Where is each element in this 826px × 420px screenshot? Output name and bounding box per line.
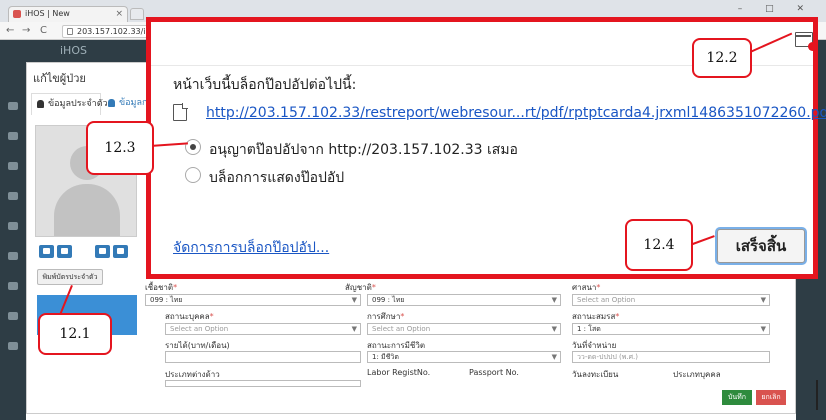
panel-title: แก้ไขผู้ป่วย [33, 72, 86, 85]
image-upload-button[interactable] [39, 245, 54, 258]
allow-popups-label[interactable]: อนุญาตป๊อปอัปจาก http://203.157.102.33 เ… [209, 139, 518, 161]
menu-icon[interactable] [8, 222, 18, 230]
living-status-select[interactable]: 1: มีชีวิต ▼ [367, 351, 561, 363]
menu-icon[interactable] [8, 192, 18, 200]
menu-icon[interactable] [8, 342, 18, 350]
tab-address-info[interactable]: ข้อมูลการ [103, 93, 151, 115]
camera-button[interactable] [57, 245, 72, 258]
refresh-button[interactable] [113, 245, 128, 258]
person-status-select[interactable]: Select an Option ▼ [165, 323, 361, 335]
nationality-label: สัญชาติ* [345, 283, 376, 292]
manage-popup-blocking-link[interactable]: จัดการการบล็อกป๊อปอัป... [173, 237, 329, 259]
app-sidebar [0, 62, 26, 420]
block-popups-radio[interactable] [185, 167, 201, 183]
person-type-label: ประเภทบุคคล [673, 370, 721, 379]
menu-icon[interactable] [8, 282, 18, 290]
cancel-button[interactable]: ยกเลิก [756, 390, 786, 405]
income-input[interactable] [165, 351, 361, 363]
race-select[interactable]: 099 : ไทย ▼ [145, 294, 361, 306]
avatar-body [54, 184, 120, 236]
home-icon [108, 99, 115, 107]
menu-icon[interactable] [8, 252, 18, 260]
religion-select[interactable]: Select an Option ▼ [572, 294, 770, 306]
done-button[interactable]: เสร็จสิ้น [717, 229, 805, 263]
new-tab-button[interactable] [130, 8, 144, 20]
marital-status-label: สถานะสมรส* [572, 312, 620, 321]
dialog-heading: หน้าเว็บนี้บล็อกป๊อปอัปต่อไปนี้: [173, 77, 357, 93]
tab-label: ข้อมูลประจำตัว [48, 99, 108, 109]
save-button[interactable]: บันทึก [722, 390, 752, 405]
labor-regist-label: Labor RegistNo. [367, 368, 431, 377]
forward-button[interactable]: → [22, 25, 30, 36]
religion-label: ศาสนา* [572, 283, 601, 292]
menu-icon[interactable] [8, 312, 18, 320]
alien-type-select[interactable] [165, 380, 361, 387]
race-label: เชื้อชาติ* [145, 283, 178, 292]
browser-tab[interactable]: iHOS | New × [8, 6, 128, 22]
nationality-select[interactable]: 099 : ไทย ▼ [367, 294, 561, 306]
scrollbar[interactable] [816, 380, 818, 410]
app-title: iHOS [60, 44, 87, 57]
marital-status-select[interactable]: 1 : โสด ▼ [572, 323, 770, 335]
callout-12-2: 12.2 [692, 38, 752, 78]
page-info-icon[interactable] [67, 28, 73, 35]
person-status-label: สถานะบุคคล* [165, 312, 214, 321]
education-select[interactable]: Select an Option ▼ [367, 323, 561, 335]
callout-12-1: 12.1 [38, 313, 112, 355]
menu-icon[interactable] [8, 132, 18, 140]
window-controls[interactable]: – □ ✕ [738, 4, 814, 14]
callout-12-3: 12.3 [86, 121, 154, 175]
print-id-card-button[interactable]: พิมพ์บัตรประจำตัว [37, 269, 103, 285]
passport-label: Passport No. [469, 368, 519, 377]
browser-tab-title: iHOS | New [25, 9, 70, 18]
id-card-button[interactable] [95, 245, 110, 258]
education-label: การศึกษา* [367, 312, 405, 321]
discharge-date-input[interactable]: วว-ดด-ปปปป (พ.ศ.) [572, 351, 770, 363]
document-icon [173, 103, 188, 121]
menu-icon[interactable] [8, 102, 18, 110]
callout-12-4: 12.4 [625, 219, 693, 271]
tab-personal-info[interactable]: ข้อมูลประจำตัว [31, 93, 108, 115]
register-date-label: วันลงทะเบียน [572, 370, 619, 379]
blocked-popup-link[interactable]: http://203.157.102.33/restreport/webreso… [206, 105, 826, 121]
popup-blocked-icon[interactable] [795, 32, 817, 51]
menu-icon[interactable] [8, 162, 18, 170]
user-icon [37, 100, 44, 108]
reload-button[interactable]: C [40, 25, 47, 36]
favicon-icon [13, 10, 21, 18]
block-popups-label[interactable]: บล็อกการแสดงป๊อปอัป [209, 167, 344, 189]
tab-close-icon[interactable]: × [115, 7, 123, 21]
back-button[interactable]: ← [6, 25, 14, 36]
